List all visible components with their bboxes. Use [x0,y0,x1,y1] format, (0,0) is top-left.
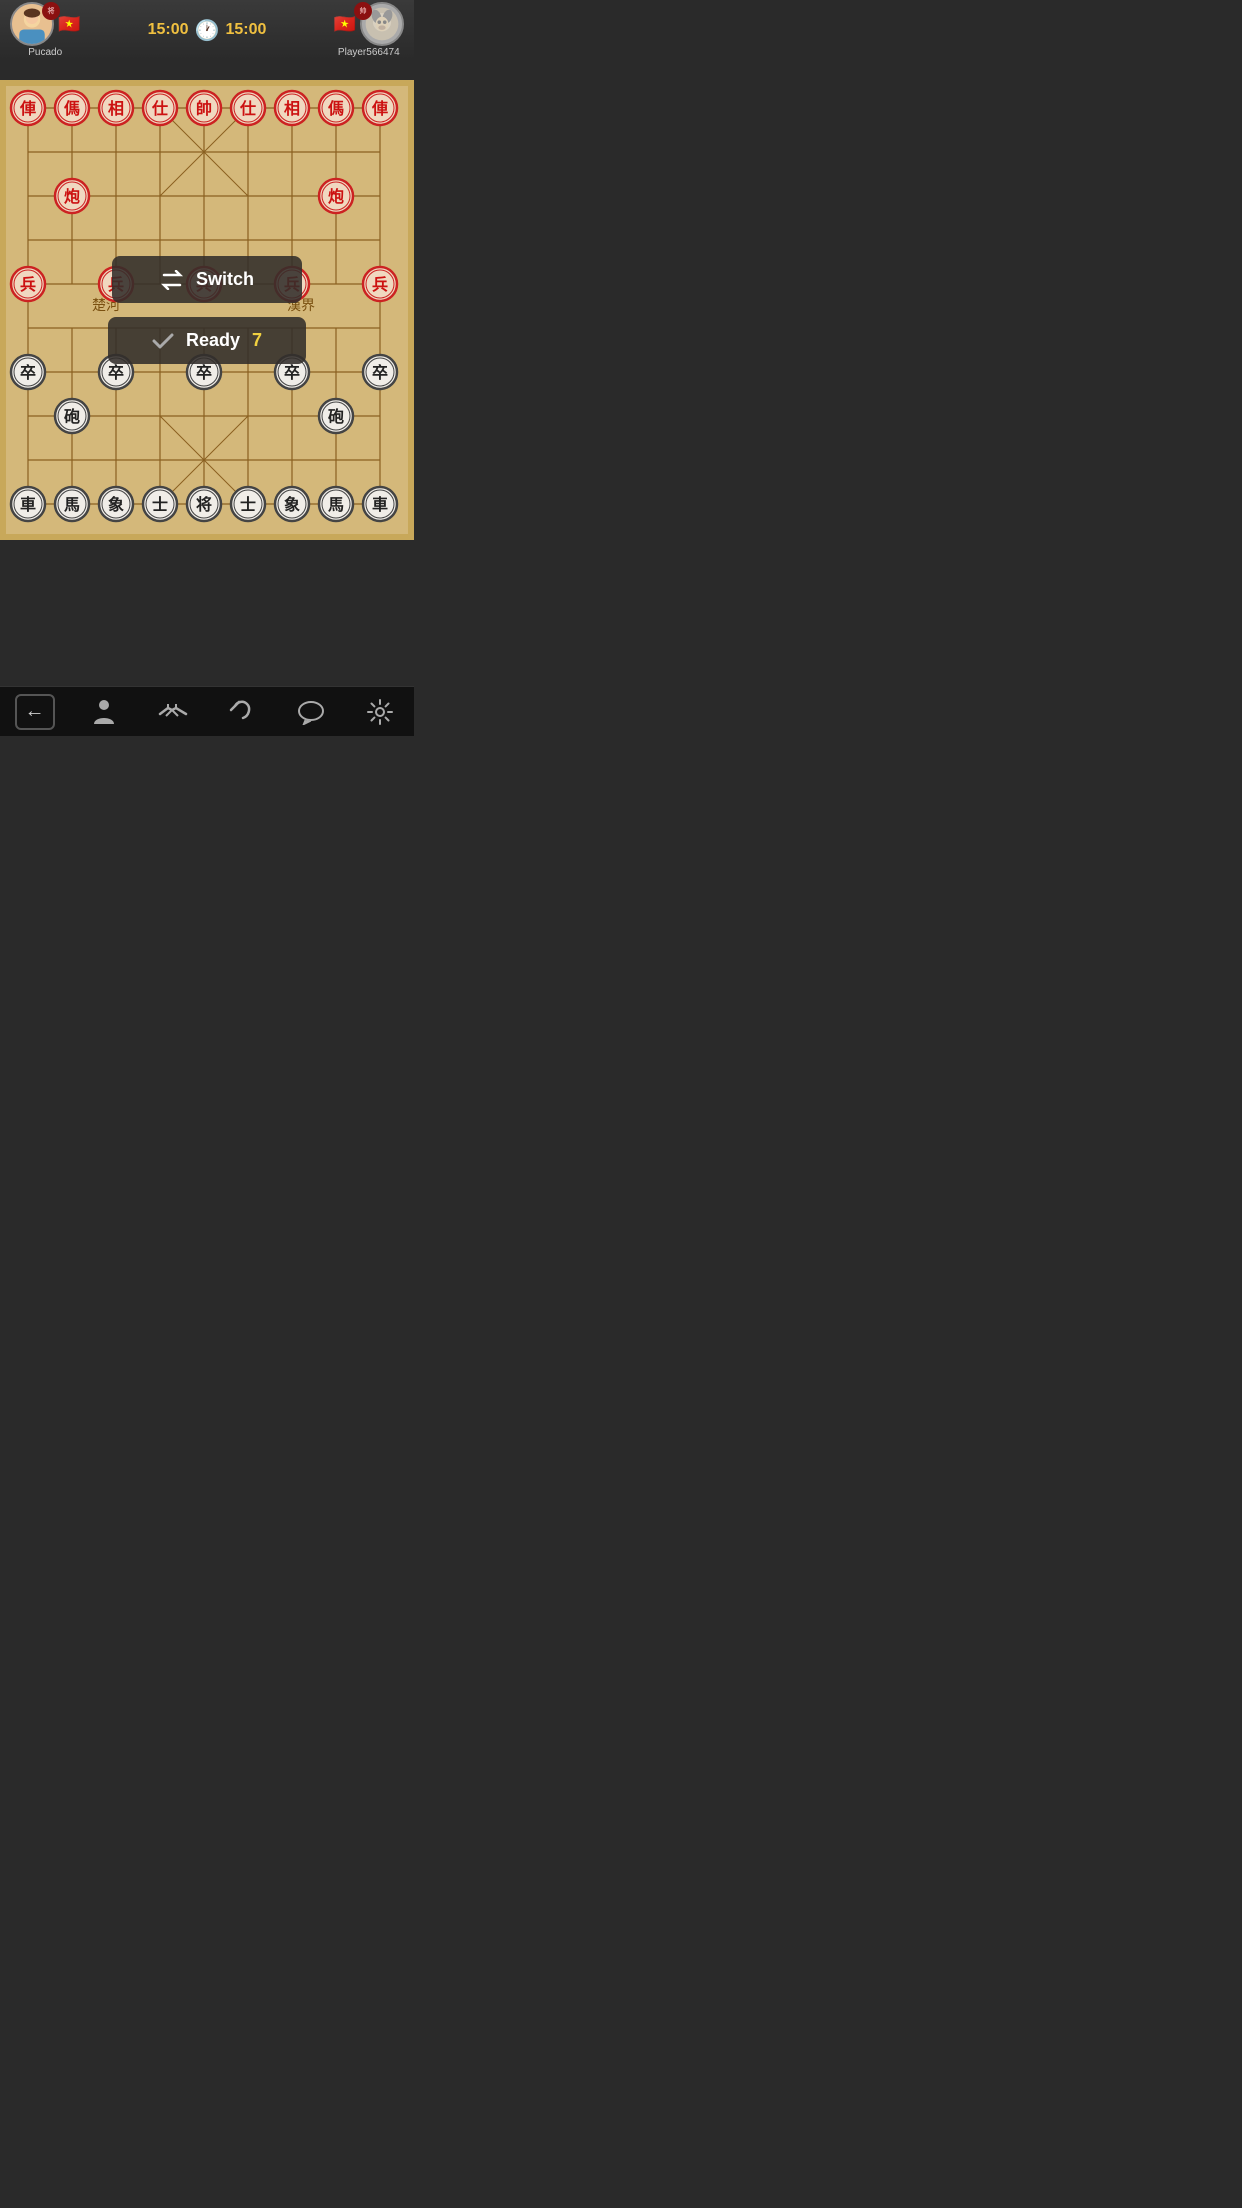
handshake-icon [158,700,188,724]
back-button[interactable]: ← [15,694,55,730]
svg-text:炮: 炮 [328,187,344,206]
settings-icon [367,699,393,725]
timer2: 15:00 [225,21,266,39]
switch-button[interactable]: Switch [112,256,302,303]
app-container: 将 🇻🇳 Pucado 15:00 🕐 15:00 🇻🇳 [0,0,414,736]
handshake-button[interactable] [153,692,193,732]
back-icon: ← [25,700,45,723]
svg-text:象: 象 [108,495,124,514]
player1-flag: 🇻🇳 [58,14,80,35]
svg-text:象: 象 [284,495,300,514]
svg-text:卒: 卒 [108,363,124,382]
svg-text:馬: 馬 [328,496,344,514]
svg-text:卒: 卒 [284,363,300,382]
toolbar: ← [0,686,414,736]
header: 将 🇻🇳 Pucado 15:00 🕐 15:00 🇻🇳 [0,0,414,60]
svg-text:俥: 俥 [371,99,388,118]
player2-info: 🇻🇳 [334,2,404,58]
player1-info: 将 🇻🇳 Pucado [10,2,80,58]
player2-flag: 🇻🇳 [334,14,356,35]
ready-check-icon [152,332,174,350]
player2-badge: 帅 [354,2,372,20]
svg-text:砲: 砲 [328,407,344,426]
svg-text:相: 相 [284,99,300,118]
undo-icon [229,700,255,724]
svg-text:車: 車 [20,495,36,514]
svg-text:卒: 卒 [20,363,36,382]
top-spacer [0,60,414,80]
chat-button[interactable] [291,692,331,732]
ready-label: Ready [186,330,240,351]
player1-name: Pucado [28,47,62,58]
svg-text:仕: 仕 [239,99,256,118]
svg-text:傌: 傌 [327,99,344,118]
undo-button[interactable] [222,692,262,732]
player2-avatar-wrapper: 帅 [360,2,404,46]
board-wrapper: 楚河 漢界 俥 傌 [0,80,414,540]
svg-text:士: 士 [240,495,256,514]
player1-badge: 将 [42,2,60,20]
svg-text:卒: 卒 [196,363,212,382]
switch-label: Switch [196,269,254,290]
timer-area: 15:00 🕐 15:00 [80,18,333,43]
svg-text:兵: 兵 [372,275,388,294]
settings-button[interactable] [360,692,400,732]
ready-button[interactable]: Ready 7 [108,317,306,364]
svg-text:士: 士 [152,495,168,514]
player1-avatar-wrapper: 将 [10,2,54,46]
timer1: 15:00 [148,21,189,39]
svg-text:傌: 傌 [63,99,80,118]
svg-text:馬: 馬 [64,496,80,514]
svg-text:将: 将 [196,495,212,514]
svg-text:仕: 仕 [151,99,168,118]
svg-text:炮: 炮 [64,187,80,206]
svg-text:車: 車 [372,495,388,514]
svg-text:砲: 砲 [64,407,80,426]
clock-icon: 🕐 [195,18,220,43]
player2-name: Player566474 [338,47,400,58]
player-button[interactable] [84,692,124,732]
board: 楚河 漢界 俥 傌 [6,86,408,534]
bottom-spacer [0,540,414,560]
person-icon [92,698,116,726]
board-grid: 楚河 漢界 俥 傌 [6,86,408,534]
svg-text:兵: 兵 [20,275,36,294]
svg-text:帥: 帥 [196,99,212,118]
ready-count: 7 [252,330,262,351]
svg-text:相: 相 [108,99,124,118]
svg-text:俥: 俥 [19,99,36,118]
svg-text:卒: 卒 [372,363,388,382]
switch-icon [160,270,184,290]
chat-icon [297,699,325,725]
